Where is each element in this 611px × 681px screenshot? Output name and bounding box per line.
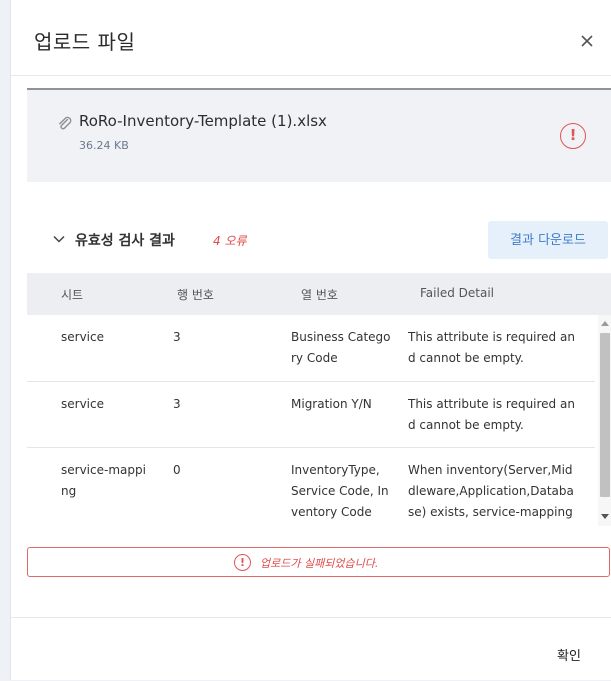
cell-column: InventoryType, Service Code, Inventory C… — [291, 463, 389, 519]
cell-detail: This attribute is required and cannot be… — [408, 397, 575, 432]
dialog-title: 업로드 파일 — [34, 30, 136, 54]
upload-failed-alert: ! 업로드가 실패되었습니다. — [27, 547, 610, 577]
cell-sheet: service-mapping — [61, 463, 146, 498]
column-header-column: 열 번호 — [301, 288, 338, 302]
cell-row: 0 — [173, 463, 181, 477]
cell-column: Business Category Code — [291, 330, 391, 365]
table-header: 시트 행 번호 열 번호 Failed Detail — [27, 273, 611, 315]
dialog-footer: 확인 — [11, 617, 611, 681]
cell-detail: This attribute is required and cannot be… — [408, 330, 575, 365]
alert-message: 업로드가 실패되었습니다. — [260, 557, 379, 570]
scroll-down-arrow-icon[interactable] — [601, 514, 609, 519]
cell-row: 3 — [173, 330, 181, 344]
error-count-badge: 4 오류 — [213, 234, 247, 248]
column-header-sheet: 시트 — [61, 288, 84, 302]
cell-sheet: service — [61, 397, 104, 411]
scroll-up-arrow-icon[interactable] — [601, 321, 609, 326]
close-icon[interactable] — [579, 33, 595, 49]
cell-sheet: service — [61, 330, 104, 344]
table-row: service-mapping 0 InventoryType, Service… — [27, 448, 595, 526]
validation-title: 유효성 검사 결과 — [75, 233, 175, 249]
file-card: RoRo-Inventory-Template (1).xlsx 36.24 K… — [27, 88, 611, 182]
error-circle-icon: ! — [234, 554, 251, 571]
file-size: 36.24 KB — [79, 139, 129, 152]
file-name: RoRo-Inventory-Template (1).xlsx — [79, 112, 327, 130]
scroll-thumb[interactable] — [600, 333, 610, 497]
column-header-row: 행 번호 — [177, 288, 214, 302]
table-row: service 3 Migration Y/N This attribute i… — [27, 382, 595, 448]
chevron-down-icon[interactable] — [53, 235, 65, 243]
upload-dialog: 업로드 파일 RoRo-Inventory-Template (1).xlsx … — [10, 0, 611, 680]
paperclip-icon — [59, 116, 72, 130]
confirm-button[interactable]: 확인 — [557, 645, 581, 664]
column-header-detail: Failed Detail — [420, 286, 494, 300]
cell-row: 3 — [173, 397, 181, 411]
table-body[interactable]: service 3 Business Category Code This at… — [27, 315, 611, 526]
download-results-button[interactable]: 결과 다운로드 — [488, 221, 608, 259]
dialog-header: 업로드 파일 — [11, 0, 611, 76]
error-circle-icon: ! — [560, 123, 586, 149]
table-row: service 3 Business Category Code This at… — [27, 315, 595, 382]
vertical-scrollbar[interactable] — [598, 315, 611, 526]
cell-detail: When inventory(Server,Middleware,Applica… — [408, 463, 574, 519]
cell-column: Migration Y/N — [291, 397, 372, 411]
